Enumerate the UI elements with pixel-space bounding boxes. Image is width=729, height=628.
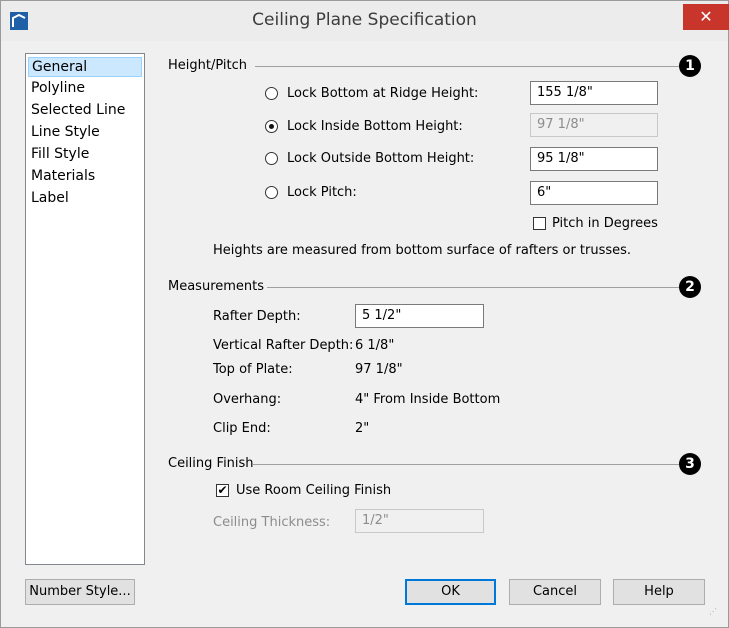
vertical-rafter-depth-value: 6 1/8" [355, 338, 395, 353]
lock-ridge-label: Lock Bottom at Ridge Height: [287, 86, 479, 101]
outside-bottom-height-field[interactable]: 95 1/8" [530, 147, 658, 171]
pitch-in-degrees-checkbox[interactable] [533, 217, 546, 230]
clip-end-label: Clip End: [213, 421, 271, 436]
sidebar-item-general[interactable]: General [28, 57, 142, 77]
callout-badge-1: 1 [679, 55, 701, 77]
lock-outside-bottom-label: Lock Outside Bottom Height: [287, 151, 475, 166]
pitch-in-degrees-label: Pitch in Degrees [552, 216, 658, 231]
ok-button[interactable]: OK [405, 579, 496, 605]
heights-note: Heights are measured from bottom surface… [213, 243, 632, 258]
section-divider [255, 66, 679, 67]
lock-inside-bottom-label: Lock Inside Bottom Height: [287, 119, 463, 134]
title-bar[interactable]: Ceiling Plane Specification ✕ [1, 1, 729, 41]
ceiling-thickness-field: 1/2" [355, 509, 484, 533]
cancel-button[interactable]: Cancel [509, 579, 601, 605]
dialog-body: General Polyline Selected Line Line Styl… [9, 41, 720, 619]
number-style-button[interactable]: Number Style... [25, 579, 135, 605]
overhang-value: 4" From Inside Bottom [355, 392, 501, 407]
use-room-ceiling-finish-label: Use Room Ceiling Finish [236, 483, 392, 498]
section-divider [267, 287, 679, 288]
sidebar-item-label[interactable]: Label [28, 188, 142, 208]
lock-inside-bottom-radio[interactable] [265, 120, 278, 133]
vertical-rafter-depth-label: Vertical Rafter Depth: [213, 338, 354, 353]
pitch-field[interactable]: 6" [530, 181, 658, 205]
window-title: Ceiling Plane Specification [252, 10, 477, 30]
overhang-label: Overhang: [213, 392, 282, 407]
category-list[interactable]: General Polyline Selected Line Line Styl… [25, 53, 145, 565]
top-of-plate-value: 97 1/8" [355, 362, 403, 377]
radio-selected-dot [269, 124, 274, 129]
sidebar-item-fill-style[interactable]: Fill Style [28, 144, 142, 164]
callout-badge-3: 3 [679, 453, 701, 475]
sidebar-item-materials[interactable]: Materials [28, 166, 142, 186]
lock-pitch-label: Lock Pitch: [287, 185, 357, 200]
use-room-ceiling-finish-checkbox[interactable]: ✔ [216, 484, 229, 497]
ridge-height-field[interactable]: 155 1/8" [530, 81, 658, 105]
help-button[interactable]: Help [613, 579, 705, 605]
callout-badge-2: 2 [679, 276, 701, 298]
sidebar-item-polyline[interactable]: Polyline [28, 78, 142, 98]
section-divider [253, 464, 679, 465]
resize-grip-icon[interactable]: ⋰ [709, 607, 719, 617]
dialog-window: Ceiling Plane Specification ✕ General Po… [0, 0, 729, 628]
sidebar-item-selected-line[interactable]: Selected Line [28, 100, 142, 120]
close-button[interactable]: ✕ [683, 4, 729, 30]
ceiling-finish-heading: Ceiling Finish [168, 456, 254, 471]
lock-pitch-radio[interactable] [265, 186, 278, 199]
measurements-heading: Measurements [168, 279, 265, 294]
clip-end-value: 2" [355, 421, 370, 436]
lock-outside-bottom-radio[interactable] [265, 152, 278, 165]
lock-ridge-radio[interactable] [265, 87, 278, 100]
ceiling-thickness-label: Ceiling Thickness: [213, 515, 331, 530]
inside-bottom-height-field: 97 1/8" [530, 113, 658, 137]
rafter-depth-field[interactable]: 5 1/2" [355, 304, 484, 328]
height-pitch-heading: Height/Pitch [168, 58, 248, 73]
sidebar-item-line-style[interactable]: Line Style [28, 122, 142, 142]
rafter-depth-label: Rafter Depth: [213, 309, 301, 324]
top-of-plate-label: Top of Plate: [213, 362, 293, 377]
